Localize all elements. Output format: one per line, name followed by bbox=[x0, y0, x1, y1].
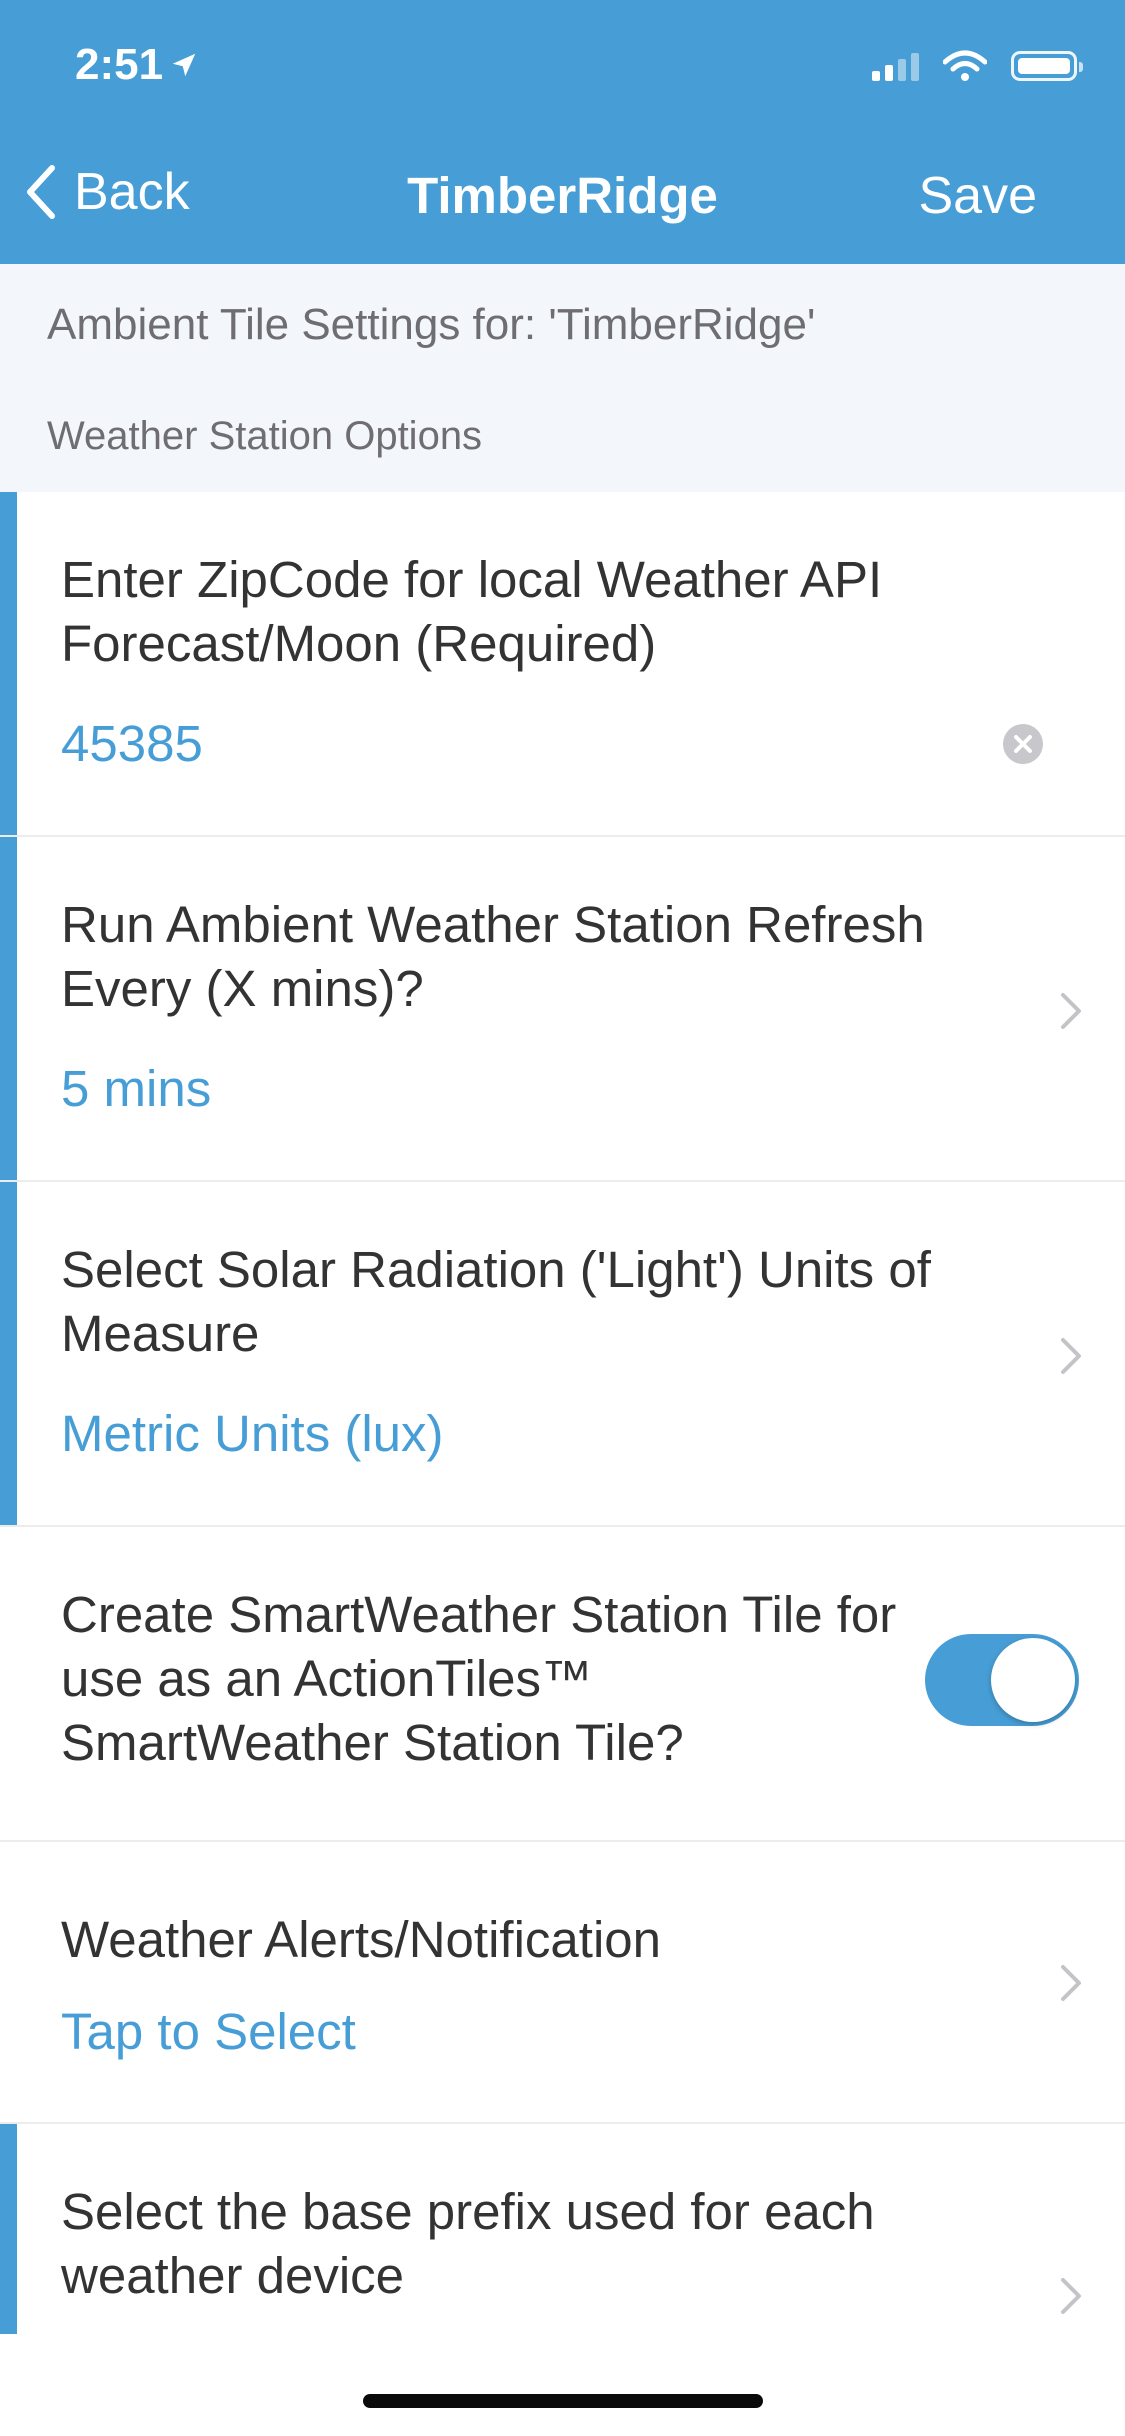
status-time: 2:51 bbox=[75, 40, 199, 90]
zipcode-input[interactable]: 45385 bbox=[61, 714, 203, 773]
weather-alerts-value: Tap to Select bbox=[61, 2003, 356, 2060]
chevron-right-icon bbox=[1061, 1965, 1081, 2001]
signal-icon bbox=[872, 51, 919, 81]
clear-icon bbox=[1014, 735, 1032, 753]
weather-alerts-row[interactable]: Weather Alerts/Notification Tap to Selec… bbox=[0, 1842, 1125, 2124]
weather-alerts-label: Weather Alerts/Notification bbox=[61, 1911, 661, 1968]
status-icons bbox=[872, 50, 1083, 82]
home-indicator[interactable] bbox=[363, 2394, 763, 2408]
refresh-interval-label: Run Ambient Weather Station Refresh Ever… bbox=[61, 896, 925, 1017]
smartweather-tile-row: Create SmartWeather Station Tile for use… bbox=[0, 1527, 1125, 1842]
wifi-icon bbox=[943, 50, 987, 81]
settings-title: Ambient Tile Settings for: 'TimberRidge' bbox=[47, 300, 816, 349]
clear-button[interactable] bbox=[1003, 724, 1043, 764]
refresh-interval-value: 5 mins bbox=[61, 1060, 212, 1117]
required-marker bbox=[0, 2124, 17, 2334]
zipcode-label: Enter ZipCode for local Weather API Fore… bbox=[61, 551, 883, 672]
save-button[interactable]: Save bbox=[918, 166, 1037, 226]
solar-units-row[interactable]: Select Solar Radiation ('Light') Units o… bbox=[0, 1182, 1125, 1527]
section-header: Weather Station Options bbox=[47, 414, 483, 458]
chevron-right-icon bbox=[1061, 1338, 1081, 1374]
toggle-knob bbox=[991, 1638, 1075, 1722]
settings-subheader: Ambient Tile Settings for: 'TimberRidge'… bbox=[0, 264, 1125, 492]
solar-units-value: Metric Units (lux) bbox=[61, 1405, 444, 1462]
required-marker bbox=[0, 837, 17, 1180]
chevron-right-icon bbox=[1061, 993, 1081, 1029]
solar-units-label: Select Solar Radiation ('Light') Units o… bbox=[61, 1241, 931, 1362]
status-time-text: 2:51 bbox=[75, 40, 164, 89]
smartweather-tile-label: Create SmartWeather Station Tile for use… bbox=[61, 1586, 897, 1771]
header: 2:51 Back TimberRidge Save bbox=[0, 0, 1125, 264]
location-arrow-icon bbox=[172, 53, 196, 77]
battery-icon bbox=[1011, 51, 1083, 81]
chevron-right-icon bbox=[1061, 2278, 1081, 2314]
required-marker bbox=[0, 1182, 17, 1525]
refresh-interval-row[interactable]: Run Ambient Weather Station Refresh Ever… bbox=[0, 837, 1125, 1182]
smartweather-tile-toggle[interactable] bbox=[925, 1634, 1079, 1726]
required-marker bbox=[0, 492, 17, 835]
device-prefix-label: Select the base prefix used for each wea… bbox=[61, 2183, 875, 2304]
zipcode-row[interactable]: Enter ZipCode for local Weather API Fore… bbox=[0, 492, 1125, 837]
device-prefix-row[interactable]: Select the base prefix used for each wea… bbox=[0, 2124, 1125, 2436]
